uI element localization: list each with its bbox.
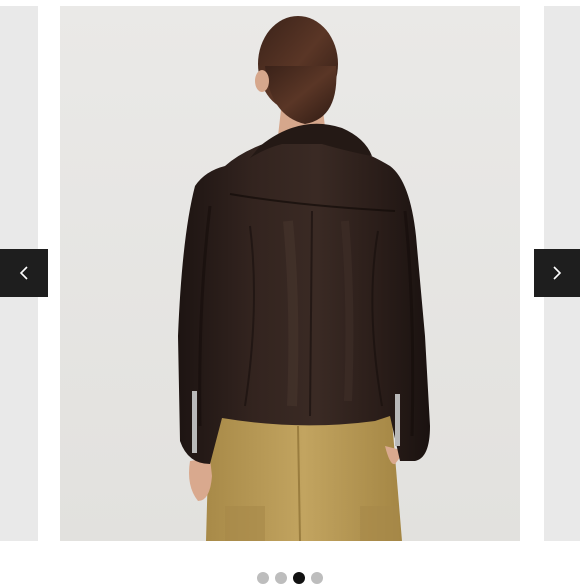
previous-image-button[interactable] [0,249,48,297]
product-photo [60,6,520,541]
right-sleeve-zipper [395,394,400,446]
image-carousel [0,0,580,584]
leather-jacket [178,138,430,464]
chevron-right-icon [553,266,562,280]
pagination-dot[interactable] [257,572,269,584]
carousel-pagination [0,572,580,584]
next-image-button[interactable] [534,249,580,297]
pagination-dot[interactable] [275,572,287,584]
left-sleeve-zipper [192,391,197,453]
chevron-left-icon [19,266,28,280]
carousel-slide-image [60,6,520,541]
pagination-dot[interactable] [293,572,305,584]
pagination-dot[interactable] [311,572,323,584]
